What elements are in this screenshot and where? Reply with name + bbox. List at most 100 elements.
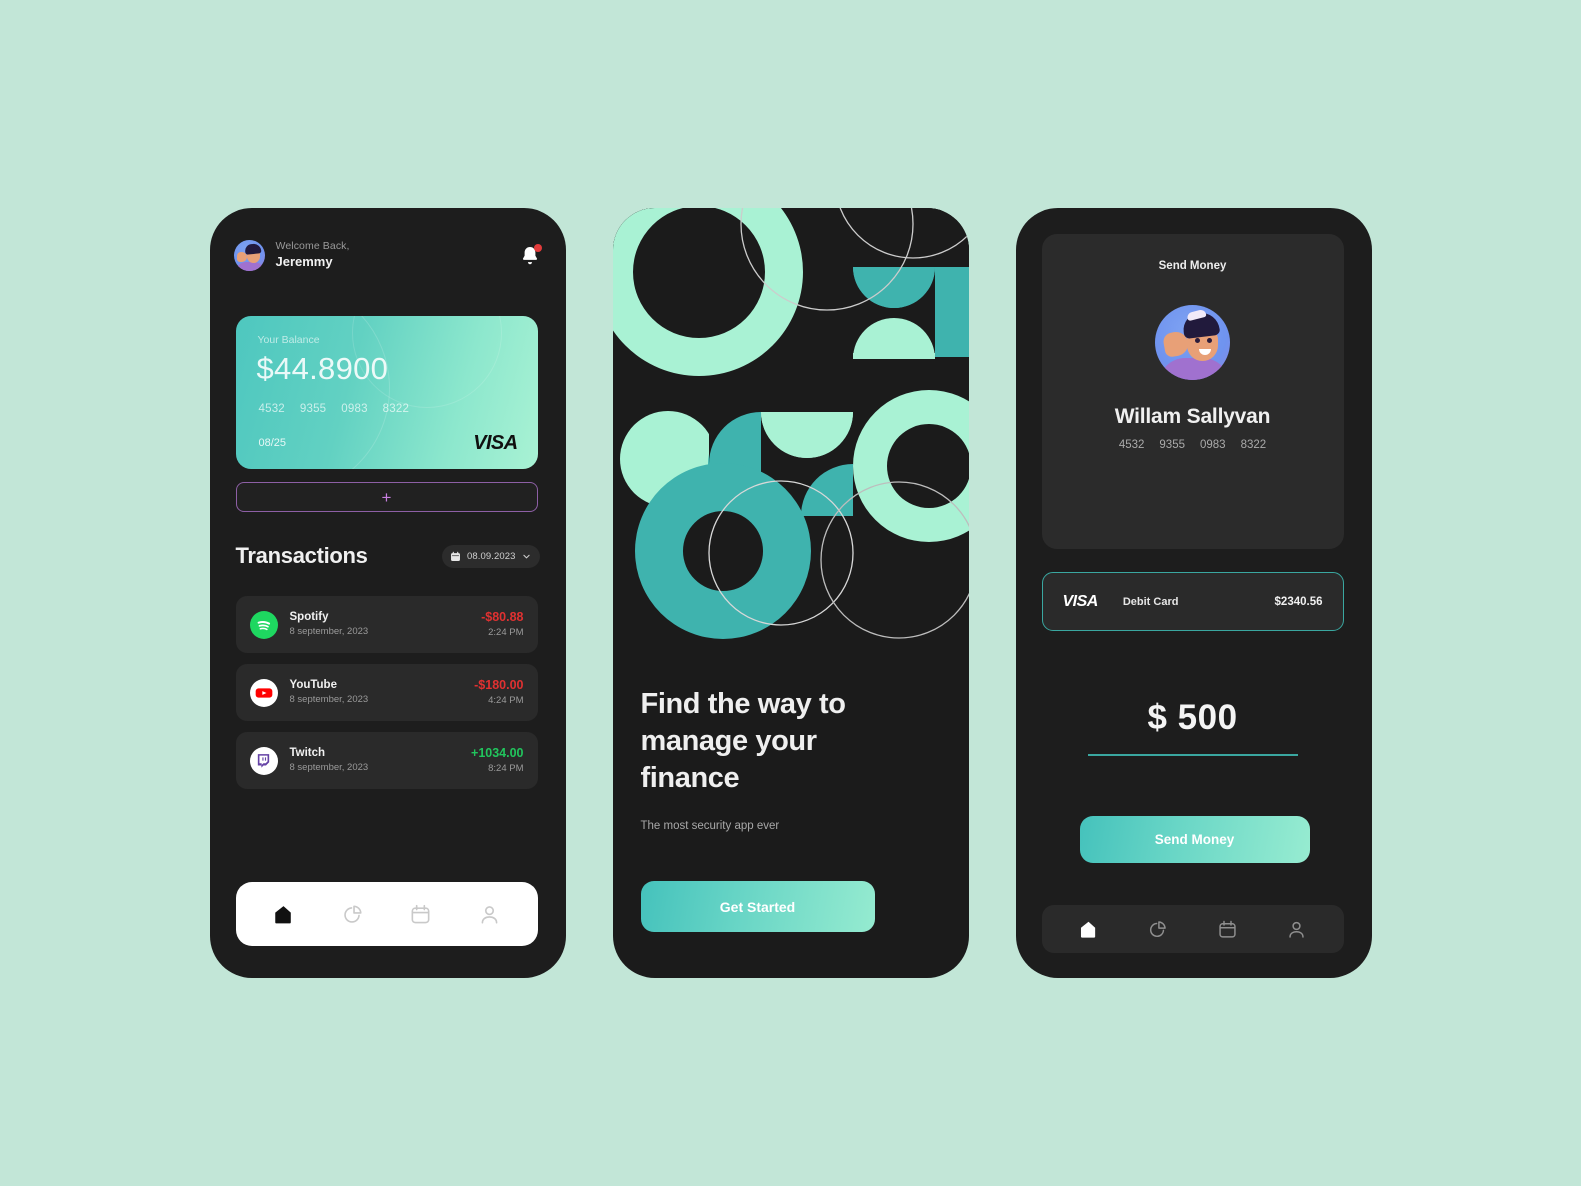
card-number: 4532 9355 0983 8322 [259, 403, 410, 415]
transactions-header: Transactions 08.09.2023 [236, 543, 540, 569]
transaction-time: 2:24 PM [488, 627, 524, 639]
avatar-eye [1207, 338, 1212, 343]
bottom-navigation [235, 882, 538, 946]
nav-item-profile[interactable] [1275, 909, 1319, 949]
phone-screen-send-money: Send Money Willam Sallyvan 4532 9355 098… [1015, 208, 1372, 978]
transaction-amount: -$180.00 [474, 678, 524, 693]
screens-stage: Welcome Back, Jeremmy Your Balance $44.8… [0, 0, 1581, 1186]
avatar-hair [244, 243, 261, 255]
transaction-name: YouTube [289, 678, 337, 691]
transaction-name: Spotify [289, 610, 329, 623]
home-icon [1080, 921, 1095, 938]
nav-item-profile[interactable] [467, 894, 511, 934]
transaction-time: 4:24 PM [488, 695, 524, 707]
phone-screen-onboarding: Find the way to manage your finance The … [612, 208, 969, 978]
amount-value: $ 500 [1147, 698, 1238, 737]
nav-item-home[interactable] [1066, 909, 1110, 949]
amount-input-zone[interactable]: $ 500 [1042, 698, 1344, 756]
payment-method-card[interactable]: VISA Debit Card $2340.56 [1041, 572, 1344, 631]
recipient-card: Send Money Willam Sallyvan 4532 9355 098… [1041, 234, 1344, 549]
balance-amount: $44.8900 [256, 351, 389, 386]
avatar-body [1159, 358, 1229, 380]
amount-underline [1087, 754, 1298, 756]
nav-item-statistics[interactable] [1136, 909, 1180, 949]
card-number-group: 9355 [1159, 439, 1185, 451]
calendar-icon [450, 551, 460, 561]
transaction-time: 8:24 PM [488, 763, 524, 775]
transaction-info: Twitch 8 september, 2023 [290, 746, 369, 775]
person-icon [481, 905, 498, 924]
date-filter[interactable]: 08.09.2023 [441, 544, 540, 568]
phone-screen-home: Welcome Back, Jeremmy Your Balance $44.8… [209, 208, 566, 978]
transaction-meta: +1034.00 8:24 PM [471, 745, 523, 776]
notification-button[interactable] [518, 243, 542, 269]
card-number-group: 4532 [258, 403, 285, 415]
payment-method-label: Debit Card [1122, 595, 1179, 608]
visa-logo: VISA [1062, 592, 1099, 610]
card-number-group: 0983 [341, 403, 368, 415]
transaction-date: 8 september, 2023 [289, 762, 369, 774]
transaction-amount: +1034.00 [471, 746, 524, 761]
date-filter-value: 08.09.2023 [466, 550, 516, 562]
nav-item-home[interactable] [262, 894, 306, 934]
headline-line-1: Find the way to [640, 688, 846, 720]
avatar-eye [1195, 338, 1200, 343]
card-number-group: 8322 [382, 403, 410, 415]
send-money-button[interactable]: Send Money [1079, 816, 1310, 863]
table-row[interactable]: Spotify 8 september, 2023 -$80.88 2:24 P… [235, 596, 538, 653]
recipient-name: Willam Sallyvan [1114, 405, 1271, 428]
page-title: Send Money [1158, 260, 1227, 272]
transaction-info: Spotify 8 september, 2023 [290, 610, 369, 639]
card-expiry: 08/25 [258, 437, 287, 449]
balance-card[interactable]: Your Balance $44.8900 4532 9355 0983 832… [235, 316, 538, 469]
twitch-icon [249, 746, 278, 775]
transaction-meta: -$80.88 2:24 PM [481, 609, 523, 640]
nav-item-calendar[interactable] [1205, 909, 1249, 949]
headline-line-3: finance [640, 761, 740, 794]
balance-label: Your Balance [257, 334, 320, 346]
card-number-group: 4532 [1118, 439, 1145, 451]
pie-chart-icon [1150, 920, 1167, 937]
transactions-title: Transactions [235, 543, 368, 568]
transaction-meta: -$180.00 4:24 PM [474, 677, 523, 708]
bottom-navigation [1041, 905, 1344, 953]
chevron-down-icon [522, 554, 530, 558]
transaction-date: 8 september, 2023 [289, 694, 369, 706]
home-header: Welcome Back, Jeremmy [233, 240, 542, 271]
home-icon [275, 905, 292, 923]
greeting-block: Welcome Back, Jeremmy [276, 240, 350, 270]
nav-item-calendar[interactable] [399, 894, 443, 934]
calendar-icon [1219, 920, 1236, 938]
headline-line-2: manage your [640, 724, 818, 757]
transaction-amount: -$80.88 [481, 610, 524, 625]
geometric-pattern-artwork [612, 208, 969, 648]
avatar[interactable] [233, 240, 265, 271]
card-number-group: 8322 [1240, 439, 1267, 451]
transactions-list: Spotify 8 september, 2023 -$80.88 2:24 P… [235, 596, 538, 789]
table-row[interactable]: YouTube 8 september, 2023 -$180.00 4:24 … [235, 664, 538, 721]
table-row[interactable]: Twitch 8 september, 2023 +1034.00 8:24 P… [235, 732, 538, 789]
avatar[interactable] [1155, 305, 1230, 380]
transaction-name: Twitch [289, 746, 326, 759]
user-name: Jeremmy [275, 254, 333, 270]
avatar-body [235, 262, 264, 271]
calendar-icon [411, 904, 430, 923]
onboarding-copy: Find the way to manage your finance The … [641, 686, 941, 832]
onboarding-subtitle: The most security app ever [640, 820, 780, 833]
card-number-group: 9355 [299, 403, 327, 415]
visa-logo: VISA [473, 432, 518, 454]
notification-badge [533, 243, 542, 252]
spotify-icon [249, 610, 278, 639]
recipient-card-number: 4532 9355 0983 8322 [1119, 439, 1266, 451]
card-number-group: 0983 [1200, 439, 1226, 451]
person-icon [1289, 921, 1304, 938]
pie-chart-icon [343, 904, 362, 923]
youtube-icon [249, 678, 278, 707]
add-card-button[interactable]: + [235, 482, 538, 512]
greeting-label: Welcome Back, [275, 240, 350, 253]
transaction-info: YouTube 8 september, 2023 [290, 678, 369, 707]
get-started-button[interactable]: Get Started [640, 881, 875, 932]
nav-item-statistics[interactable] [330, 894, 374, 934]
transaction-date: 8 september, 2023 [289, 626, 369, 638]
page-title: Find the way to manage your finance [641, 686, 941, 796]
